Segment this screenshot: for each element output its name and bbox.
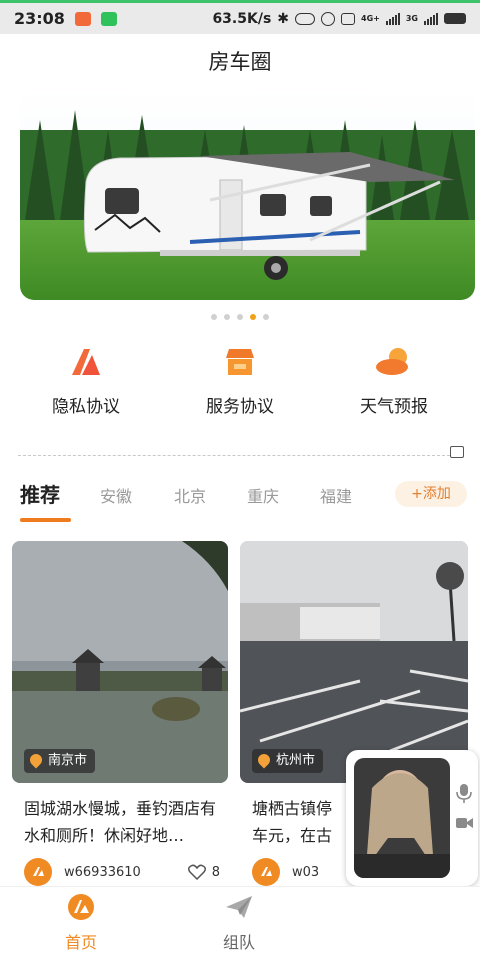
nav-home-label: 首页 <box>64 933 97 952</box>
weather-forecast-entry[interactable]: 天气预报 <box>334 340 454 417</box>
service-agreement-entry[interactable]: 服务协议 <box>180 340 300 417</box>
video-preview <box>354 758 450 878</box>
post-title: 固城湖水慢城，垂钓酒店有水和厕所！休闲好地… <box>24 799 216 845</box>
username[interactable]: w66933610 <box>64 865 141 880</box>
service-label: 服务协议 <box>206 397 274 417</box>
location-pin-icon <box>255 751 273 769</box>
network-speed: 63.5K/s <box>212 10 272 27</box>
post-photo: 南京市 <box>12 541 228 783</box>
username[interactable]: w03 <box>292 865 319 880</box>
section-divider <box>18 455 450 456</box>
quick-entries: 隐私协议 服务协议 天气预报 <box>0 340 480 430</box>
add-tab-button[interactable]: +添加 <box>395 481 467 507</box>
tab-chongqing[interactable]: 重庆 <box>247 483 279 507</box>
bottom-navigation: 首页 组队 <box>0 886 480 953</box>
avatar[interactable] <box>24 858 52 886</box>
carousel-dot-active <box>250 314 256 320</box>
active-tab-underline <box>20 518 71 522</box>
weather-label: 天气预报 <box>360 397 428 417</box>
page-title: 房车圈 <box>208 50 272 74</box>
hotspot-icon <box>295 12 316 25</box>
tab-fujian[interactable]: 福建 <box>320 483 352 507</box>
network-type-2: 3G <box>405 13 418 23</box>
ad-icon <box>450 446 464 458</box>
like-button[interactable]: 8 <box>187 864 220 880</box>
status-bar: 23:08 63.5K/s ✱ 4G+ 3G <box>0 0 480 34</box>
privacy-label: 隐私协议 <box>52 397 120 417</box>
post-photo: 杭州市 <box>240 541 468 783</box>
banner-carousel[interactable] <box>20 90 475 300</box>
carousel-dot <box>237 314 243 320</box>
privacy-icon <box>26 340 146 382</box>
status-time: 23:08 <box>14 9 65 28</box>
location-pin-icon <box>27 751 45 769</box>
camera-icon[interactable] <box>454 812 474 834</box>
alarm-icon <box>321 11 336 26</box>
signal-icon-1 <box>385 12 400 25</box>
mi-app-icon <box>74 11 91 26</box>
battery-icon <box>444 13 466 24</box>
post-card[interactable]: 南京市 固城湖水慢城，垂钓酒店有水和厕所！休闲好地… w66933610 8 <box>12 541 228 886</box>
tab-recommend[interactable]: 推荐 <box>20 479 60 508</box>
rv-banner-image <box>20 90 475 300</box>
team-icon <box>226 896 252 918</box>
avatar[interactable] <box>252 858 280 886</box>
privacy-agreement-entry[interactable]: 隐私协议 <box>26 340 146 417</box>
service-icon <box>180 340 300 382</box>
tab-beijing[interactable]: 北京 <box>174 483 206 507</box>
heart-icon <box>187 864 206 880</box>
floating-video-window[interactable] <box>346 750 478 886</box>
weather-icon <box>334 340 454 382</box>
carousel-dot <box>211 314 217 320</box>
nav-team[interactable]: 组队 <box>194 893 284 953</box>
like-count: 8 <box>211 864 220 880</box>
carousel-dot <box>224 314 230 320</box>
signal-icon-2 <box>424 12 438 25</box>
bluetooth-icon: ✱ <box>277 10 290 27</box>
hd-icon <box>341 12 356 25</box>
location-text: 南京市 <box>48 753 88 768</box>
nav-home[interactable]: 首页 <box>36 893 126 953</box>
tab-anhui[interactable]: 安徽 <box>100 483 132 507</box>
microphone-icon[interactable] <box>454 782 474 804</box>
wechat-icon <box>100 11 117 26</box>
location-badge: 南京市 <box>24 749 96 773</box>
post-meta: w66933610 8 <box>24 857 220 887</box>
home-icon <box>68 894 94 920</box>
carousel-indicator <box>0 314 480 320</box>
nav-team-label: 组队 <box>222 933 255 952</box>
carousel-dot <box>263 314 269 320</box>
location-badge: 杭州市 <box>252 749 324 773</box>
network-type-1: 4G+ <box>361 13 380 23</box>
location-text: 杭州市 <box>276 753 316 768</box>
